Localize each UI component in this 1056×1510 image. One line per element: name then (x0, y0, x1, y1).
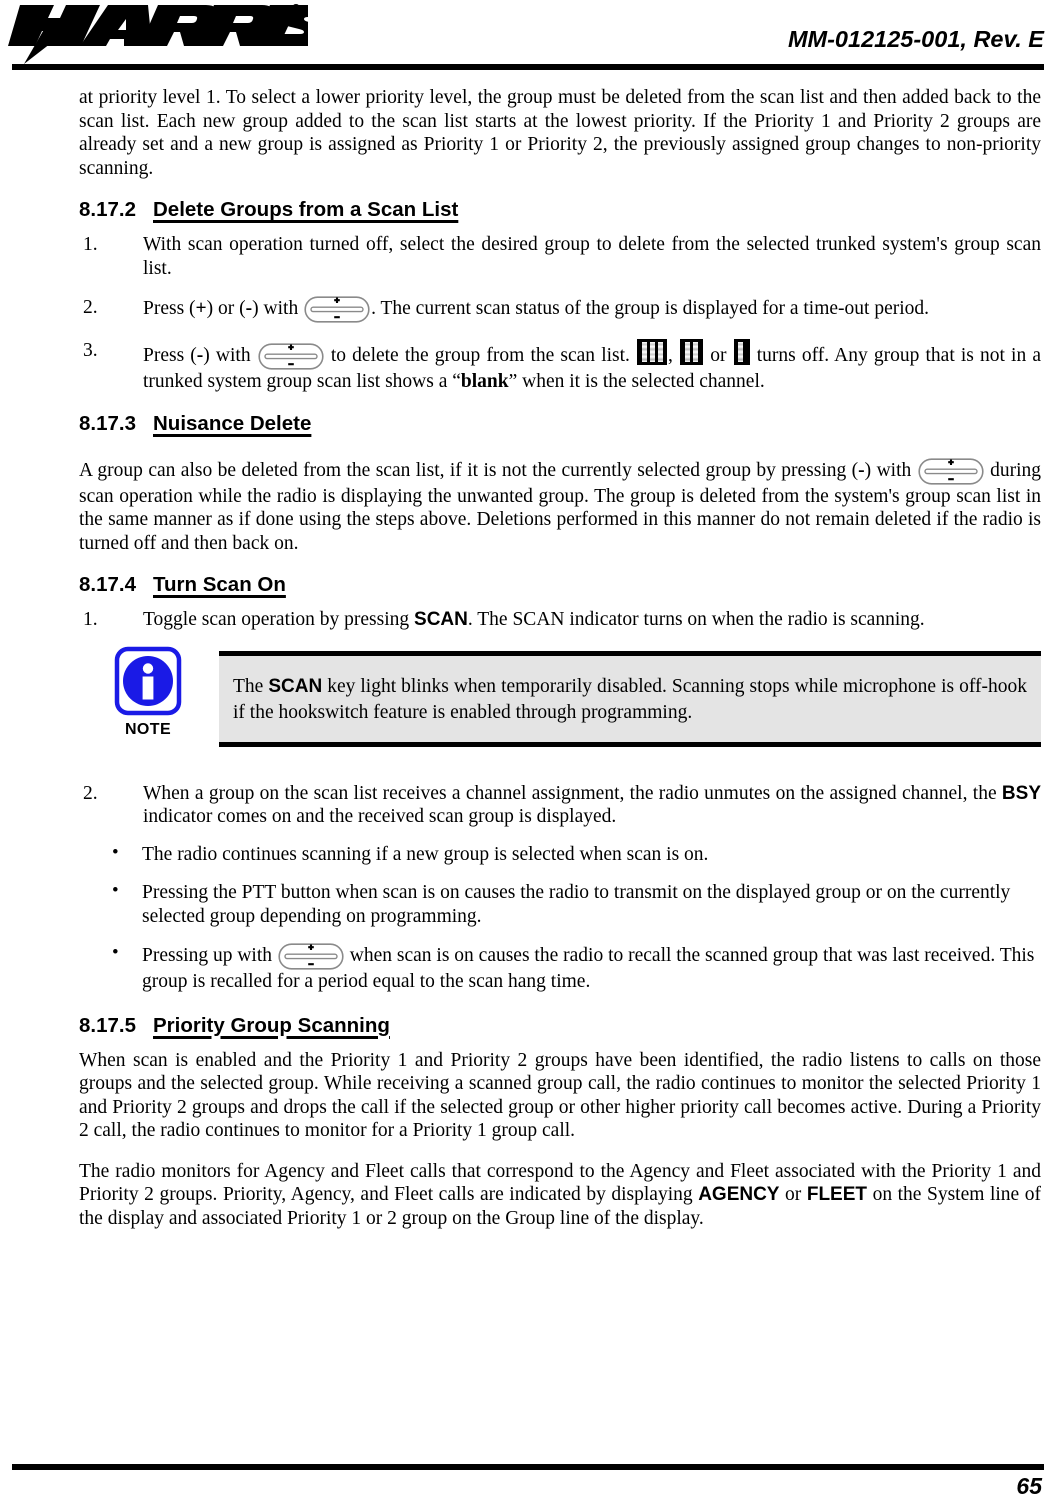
step-text-part: or (704, 345, 733, 366)
page-number: 65 (1016, 1473, 1042, 1499)
heading-8-17-2-number: 8.17.2 (79, 198, 136, 221)
nuisance-delete-paragraph: A group can also be deleted from the sca… (79, 457, 1041, 556)
bullet-marker: • (112, 880, 119, 901)
indicator-bar (657, 342, 663, 362)
step-text-part: Toggle scan operation by pressing (143, 609, 415, 630)
rocker-switch-icon (278, 943, 344, 970)
page-header: MM-012125-001, Rev. E (0, 0, 1056, 76)
step-text-part: to delete the group from the scan list. (324, 345, 637, 366)
step-text-part: . The current scan status of the group i… (371, 298, 930, 319)
list-item: 1. With scan operation turned off, select… (79, 233, 1041, 280)
bsy-indicator-label: BSY (1001, 782, 1041, 804)
heading-8-17-4-title: Turn Scan On (153, 573, 286, 596)
rocker-switch-icon (918, 457, 984, 485)
info-icon (113, 646, 183, 720)
heading-8-17-4-number: 8.17.4 (79, 573, 136, 596)
list-item: • Pressing the PTT button when scan is on… (79, 880, 1041, 928)
heading-8-17-4: 8.17.4 Turn Scan On (79, 573, 1041, 597)
plus-symbol: + (195, 298, 207, 319)
step-text-part: Press ( (143, 345, 197, 366)
heading-8-17-2-title: Delete Groups from a Scan List (153, 198, 459, 221)
heading-8-17-3-title: Nuisance Delete (153, 411, 312, 435)
fleet-label: FLEET (806, 1184, 868, 1205)
nuisance-delete-paragraph-block: A group can also be deleted from the sca… (79, 457, 1041, 556)
indicator-bar (641, 342, 647, 362)
scan-indicator-1-bar-icon (733, 339, 750, 365)
step-text-part: ) with (203, 345, 257, 366)
document-number: MM-012125-001, Rev. E (787, 26, 1044, 52)
rocker-switch-icon (258, 343, 324, 370)
priority-scanning-paragraph-1-block: When scan is enabled and the Priority 1 … (79, 1049, 1041, 1143)
indicator-bar (738, 342, 744, 362)
list-item: 2. When a group on the scan list receives… (79, 782, 1041, 829)
bullet-text: Pressing the PTT button when scan is on … (142, 882, 1011, 927)
step-text-part: ) with (252, 298, 304, 319)
heading-8-17-3: 8.17.3 Nuisance Delete (79, 412, 1041, 436)
paragraph-part: A group can also be deleted from the sca… (79, 459, 859, 481)
list-item: • The radio continues scanning if a new g… (79, 841, 1041, 867)
indicator-bar (649, 342, 655, 362)
list-item: • Pressing up with when scan is on causes… (79, 942, 1041, 994)
step-text-part: , (668, 345, 680, 366)
intro-paragraph: at priority level 1. To select a lower p… (79, 87, 1041, 179)
indicator-bar (692, 342, 698, 362)
paragraph-part: ) with (864, 459, 917, 481)
step-text-part: When a group on the scan list receives a… (143, 782, 1002, 804)
scan-indicator-3-bar-icon (637, 339, 668, 365)
list-item: 2. Press (+) or (-) with . The current sc… (79, 296, 1041, 323)
bullet-text-part: Pressing up with (142, 945, 277, 966)
bullet-marker: • (112, 841, 119, 863)
scan-key-label: SCAN (268, 675, 323, 697)
note-text-part: The (233, 675, 269, 697)
note-label: NOTE (124, 720, 172, 738)
steps-list-8-17-4-first: 1. Toggle scan operation by pressing SCAN… (79, 608, 1041, 632)
paragraph-part: or (779, 1184, 807, 1205)
step-number: 2. (83, 297, 98, 318)
step-number: 2. (83, 782, 98, 804)
heading-8-17-5-number: 8.17.5 (79, 1013, 136, 1037)
bullet-marker: • (112, 942, 119, 963)
indicator-bar (684, 342, 690, 362)
step-number: 3. (83, 340, 98, 361)
step-number: 1. (83, 234, 98, 255)
steps-list-8-17-2: 1. With scan operation turned off, select… (79, 233, 1041, 394)
priority-scanning-paragraph-2: The radio monitors for Agency and Fleet … (79, 1160, 1041, 1231)
step-text-part: Press ( (143, 298, 196, 319)
note-text-part: key light blinks when temporarily disabl… (233, 675, 1027, 723)
note-text: The SCAN key light blinks when temporari… (233, 674, 1027, 726)
bullet-text: The radio continues scanning if a new gr… (142, 843, 709, 865)
footer-divider-rule (12, 1464, 1044, 1470)
step-text-part: indicator comes on and the received scan… (143, 806, 617, 827)
header-divider-rule (12, 64, 1044, 70)
priority-scanning-paragraph-2-block: The radio monitors for Agency and Fleet … (79, 1160, 1041, 1231)
blank-emphasis: blank (460, 371, 509, 392)
list-item: 3. Press (-) with to delete the group fro… (79, 339, 1041, 394)
list-item: 1. Toggle scan operation by pressing SCAN… (79, 608, 1041, 632)
agency-label: AGENCY (698, 1184, 780, 1205)
steps-list-8-17-4-second: 2. When a group on the scan list receives… (79, 782, 1041, 829)
priority-scanning-paragraph-1: When scan is enabled and the Priority 1 … (79, 1049, 1041, 1142)
note-box: The SCAN key light blinks when temporari… (219, 650, 1041, 747)
intro-paragraph-block: at priority level 1. To select a lower p… (79, 86, 1041, 180)
heading-8-17-3-number: 8.17.3 (79, 411, 136, 435)
rocker-switch-icon (304, 296, 370, 323)
step-text-part: ” when it is the selected channel. (508, 371, 765, 392)
bullet-list-8-17-4: • The radio continues scanning if a new g… (79, 841, 1041, 994)
scan-indicator-2-bar-icon (680, 339, 704, 365)
heading-8-17-5: 8.17.5 Priority Group Scanning (79, 1014, 1041, 1038)
step-number: 1. (83, 609, 98, 630)
heading-8-17-2: 8.17.2 Delete Groups from a Scan List (79, 198, 1041, 222)
step-text-part: . The SCAN indicator turns on when the r… (467, 609, 925, 630)
scan-key-label: SCAN (414, 609, 468, 630)
harris-logo (8, 2, 308, 64)
note-icon-group: NOTE (102, 646, 194, 739)
step-text-part: ) or ( (206, 298, 246, 319)
page-content: at priority level 1. To select a lower p… (79, 86, 1041, 1247)
note-callout: NOTE The SCAN key light blinks when temp… (79, 646, 1041, 764)
step-text: With scan operation turned off, select t… (143, 234, 1041, 279)
heading-8-17-5-title: Priority Group Scanning (153, 1013, 390, 1037)
